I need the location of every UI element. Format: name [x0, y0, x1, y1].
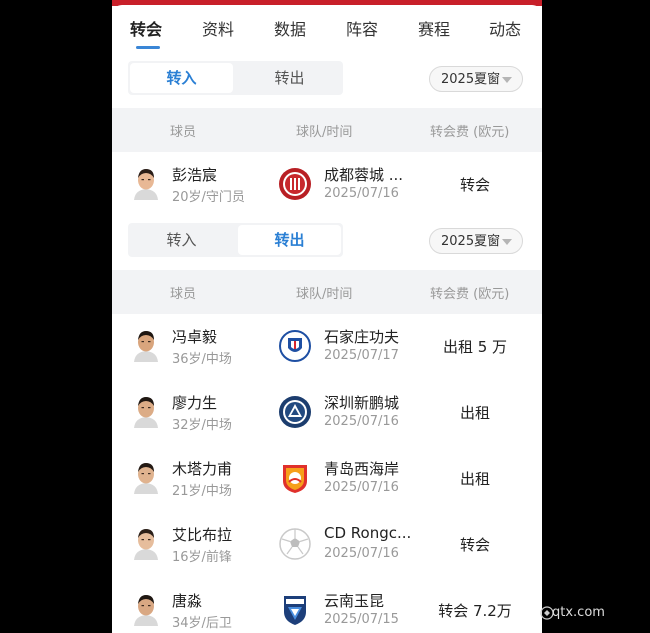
transfer-fee: 转会	[459, 536, 490, 554]
soccer-ball-logo	[279, 528, 311, 560]
transfer-out-button[interactable]: 转出	[238, 225, 341, 255]
player-avatar	[131, 394, 161, 428]
transfer-in-button[interactable]: 转入	[130, 225, 233, 255]
season-select-value: 2025夏窗	[441, 72, 501, 87]
transfer-fee: 转会 7.2万	[438, 602, 512, 620]
player-name: 廖力生	[172, 394, 218, 412]
transfer-date: 2025/07/15	[324, 612, 399, 627]
header-fee: 转会费 (欧元)	[430, 125, 510, 140]
player-name: 彭浩宸	[172, 166, 218, 184]
tab-profile[interactable]: 资料	[202, 16, 234, 40]
tab-schedule[interactable]: 赛程	[418, 16, 450, 40]
transfer-fee: 转会	[459, 176, 490, 194]
transfer-direction-toggle: 转入 转出	[128, 223, 343, 257]
active-tab-indicator	[136, 46, 160, 49]
player-avatar	[131, 460, 161, 494]
player-age-position: 32岁/中场	[172, 418, 232, 433]
club-name: 云南玉昆	[324, 592, 385, 610]
chevron-down-icon	[502, 239, 512, 245]
player-avatar	[131, 592, 161, 626]
club-name: CD Rongc...	[324, 524, 412, 542]
season-select-value: 2025夏窗	[441, 234, 501, 249]
table-header: 球员 球队/时间 转会费 (欧元)	[112, 108, 542, 152]
club-name: 成都蓉城 ...	[324, 166, 404, 184]
table-row[interactable]: 木塔力甫 21岁/中场 青岛西海岸 2025/07/16 出租	[112, 446, 542, 512]
table-header: 球员 球队/时间 转会费 (欧元)	[112, 270, 542, 314]
club-name: 青岛西海岸	[324, 460, 400, 478]
tab-news[interactable]: 动态	[489, 16, 521, 40]
shenzhen-xinpengcheng-logo	[279, 396, 311, 428]
transfer-fee: 出租	[459, 404, 490, 422]
tab-squad[interactable]: 阵容	[346, 16, 378, 40]
player-age-position: 21岁/中场	[172, 484, 232, 499]
team-panel: 转会 资料 数据 阵容 赛程 动态 转入 转出 2025夏窗 球员 球队/时间 …	[112, 0, 542, 633]
player-name: 艾比布拉	[172, 526, 233, 544]
player-age-position: 36岁/中场	[172, 352, 232, 367]
chengdu-rongcheng-logo	[279, 168, 311, 200]
player-avatar	[131, 328, 161, 362]
transfer-out-button[interactable]: 转出	[238, 63, 341, 93]
shijiazhuang-gongfu-logo	[279, 330, 311, 362]
club-name: 石家庄功夫	[324, 328, 400, 346]
header-club-time: 球队/时间	[296, 125, 353, 140]
player-avatar	[131, 526, 161, 560]
player-name: 木塔力甫	[172, 460, 233, 478]
player-name: 唐淼	[172, 592, 203, 610]
tab-transfers[interactable]: 转会	[130, 16, 162, 40]
table-row[interactable]: 彭浩宸 20岁/守门员 成都蓉城 ... 2025/07/16 转会	[112, 152, 542, 218]
transfer-fee: 出租	[459, 470, 490, 488]
header-player: 球员	[170, 287, 197, 302]
transfer-fee: 出租 5 万	[442, 338, 508, 356]
player-age-position: 20岁/守门员	[172, 190, 245, 205]
player-age-position: 16岁/前锋	[172, 550, 232, 565]
header-player: 球员	[170, 125, 197, 140]
club-name: 深圳新鹏城	[324, 394, 400, 412]
transfer-direction-toggle: 转入 转出	[128, 61, 343, 95]
season-select[interactable]: 2025夏窗	[429, 66, 523, 92]
table-row[interactable]: 廖力生 32岁/中场 深圳新鹏城 2025/07/16 出租	[112, 380, 542, 446]
header-fee: 转会费 (欧元)	[430, 287, 510, 302]
season-select[interactable]: 2025夏窗	[429, 228, 523, 254]
player-age-position: 34岁/后卫	[172, 616, 232, 631]
table-row[interactable]: 艾比布拉 16岁/前锋 CD Rongc... 2025/07/16 转会	[112, 512, 542, 578]
tab-bar: 转会 资料 数据 阵容 赛程 动态	[112, 10, 542, 50]
table-row[interactable]: 冯卓毅 36岁/中场 石家庄功夫 2025/07/17 出租 5 万	[112, 314, 542, 380]
transfer-date: 2025/07/16	[324, 480, 399, 495]
yunnan-yukun-logo	[284, 596, 306, 625]
transfer-date: 2025/07/16	[324, 414, 399, 429]
tab-stats[interactable]: 数据	[274, 16, 306, 40]
transfer-date: 2025/07/17	[324, 348, 399, 363]
chevron-down-icon	[502, 77, 512, 83]
qingdao-west-coast-logo	[283, 465, 307, 493]
watermark-text: qtx.com	[552, 605, 605, 620]
transfer-in-button[interactable]: 转入	[130, 63, 233, 93]
transfer-date: 2025/07/16	[324, 186, 399, 201]
player-avatar	[131, 166, 161, 200]
table-row[interactable]: 唐淼 34岁/后卫 云南玉昆 2025/07/15 转会 7.2万	[112, 578, 542, 633]
player-name: 冯卓毅	[172, 328, 218, 346]
header-club-time: 球队/时间	[296, 287, 353, 302]
transfer-date: 2025/07/16	[324, 546, 399, 561]
